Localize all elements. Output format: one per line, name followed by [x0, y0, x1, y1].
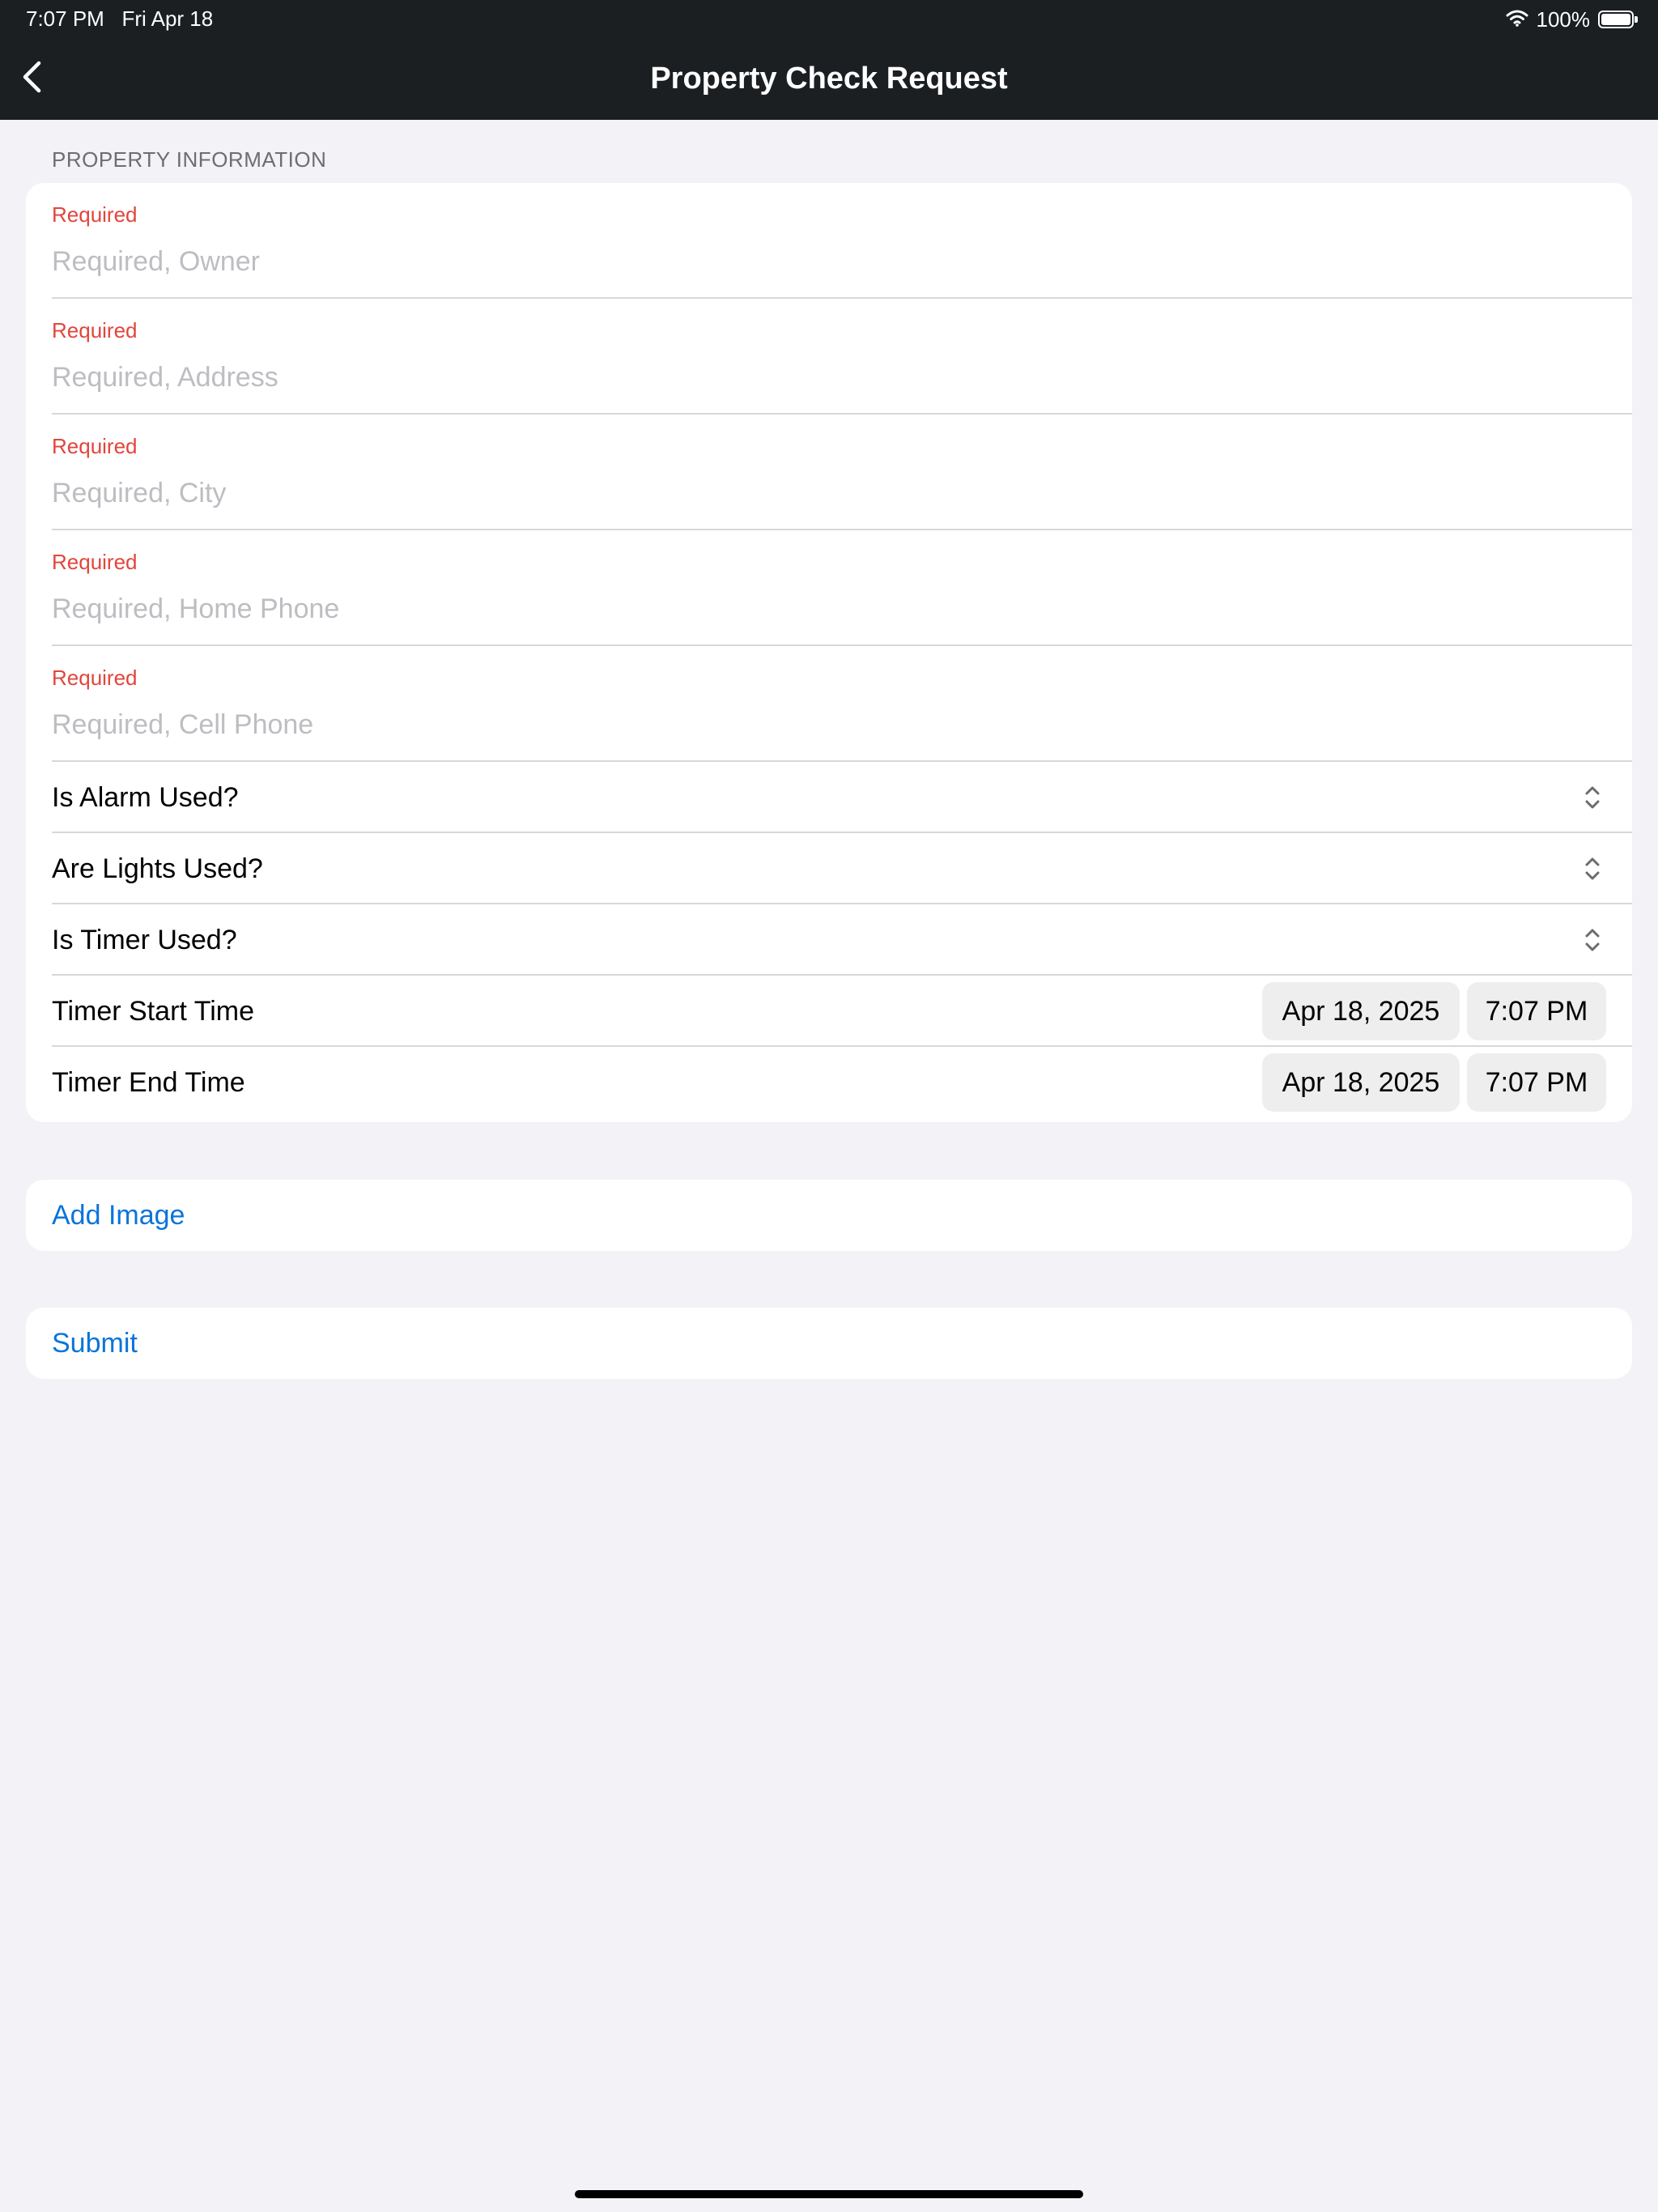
- home-indicator[interactable]: [575, 2190, 1083, 2198]
- property-information-form: Required Required Required Required Requ…: [26, 183, 1632, 1122]
- status-bar-time: 7:07 PM Fri Apr 18: [26, 6, 213, 32]
- section-header-property-information: PROPERTY INFORMATION: [52, 147, 327, 172]
- required-label: Required: [52, 434, 138, 458]
- submit-card: Submit: [26, 1308, 1632, 1379]
- timer-start-time-button[interactable]: 7:07 PM: [1467, 982, 1606, 1040]
- date-row-label: Timer Start Time: [52, 996, 254, 1027]
- timer-start-time-row: Timer Start Time Apr 18, 2025 7:07 PM: [26, 976, 1632, 1047]
- submit-button[interactable]: Submit: [52, 1308, 138, 1379]
- owner-field-row: Required: [26, 183, 1632, 299]
- city-field-row: Required: [26, 415, 1632, 530]
- page-title: Property Check Request: [650, 62, 1008, 96]
- picker-label: Is Alarm Used?: [52, 782, 239, 813]
- address-field-row: Required: [26, 299, 1632, 415]
- required-label: Required: [52, 202, 138, 227]
- lights-used-picker[interactable]: Are Lights Used?: [26, 833, 1632, 904]
- timer-end-time-row: Timer End Time Apr 18, 2025 7:07 PM: [26, 1047, 1632, 1118]
- battery-percentage: 100%: [1536, 6, 1591, 32]
- wifi-icon: [1506, 7, 1528, 32]
- chevron-up-down-icon: [1584, 855, 1601, 883]
- timer-start-date-button[interactable]: Apr 18, 2025: [1262, 982, 1460, 1040]
- required-label: Required: [52, 666, 138, 690]
- required-label: Required: [52, 318, 138, 342]
- city-input[interactable]: [52, 473, 1590, 513]
- status-date: Fri Apr 18: [121, 6, 214, 31]
- status-time: 7:07 PM: [26, 6, 104, 31]
- picker-label: Are Lights Used?: [52, 853, 263, 884]
- cell-phone-field-row: Required: [26, 646, 1632, 762]
- picker-label: Is Timer Used?: [52, 925, 237, 955]
- alarm-used-picker[interactable]: Is Alarm Used?: [26, 762, 1632, 833]
- date-row-label: Timer End Time: [52, 1067, 245, 1098]
- battery-icon: [1598, 11, 1638, 28]
- required-label: Required: [52, 550, 138, 574]
- timer-used-picker[interactable]: Is Timer Used?: [26, 904, 1632, 976]
- add-image-button[interactable]: Add Image: [52, 1180, 185, 1251]
- home-phone-input[interactable]: [52, 589, 1590, 629]
- timer-end-date-button[interactable]: Apr 18, 2025: [1262, 1053, 1460, 1112]
- chevron-up-down-icon: [1584, 926, 1601, 954]
- chevron-up-down-icon: [1584, 784, 1601, 811]
- owner-input[interactable]: [52, 241, 1590, 282]
- navigation-bar: 7:07 PM Fri Apr 18 100% Property Check R…: [0, 0, 1658, 120]
- add-image-card: Add Image: [26, 1180, 1632, 1251]
- address-input[interactable]: [52, 357, 1590, 398]
- home-phone-field-row: Required: [26, 530, 1632, 646]
- cell-phone-input[interactable]: [52, 704, 1590, 745]
- status-bar-indicators: 100%: [1506, 6, 1638, 32]
- timer-end-time-button[interactable]: 7:07 PM: [1467, 1053, 1606, 1112]
